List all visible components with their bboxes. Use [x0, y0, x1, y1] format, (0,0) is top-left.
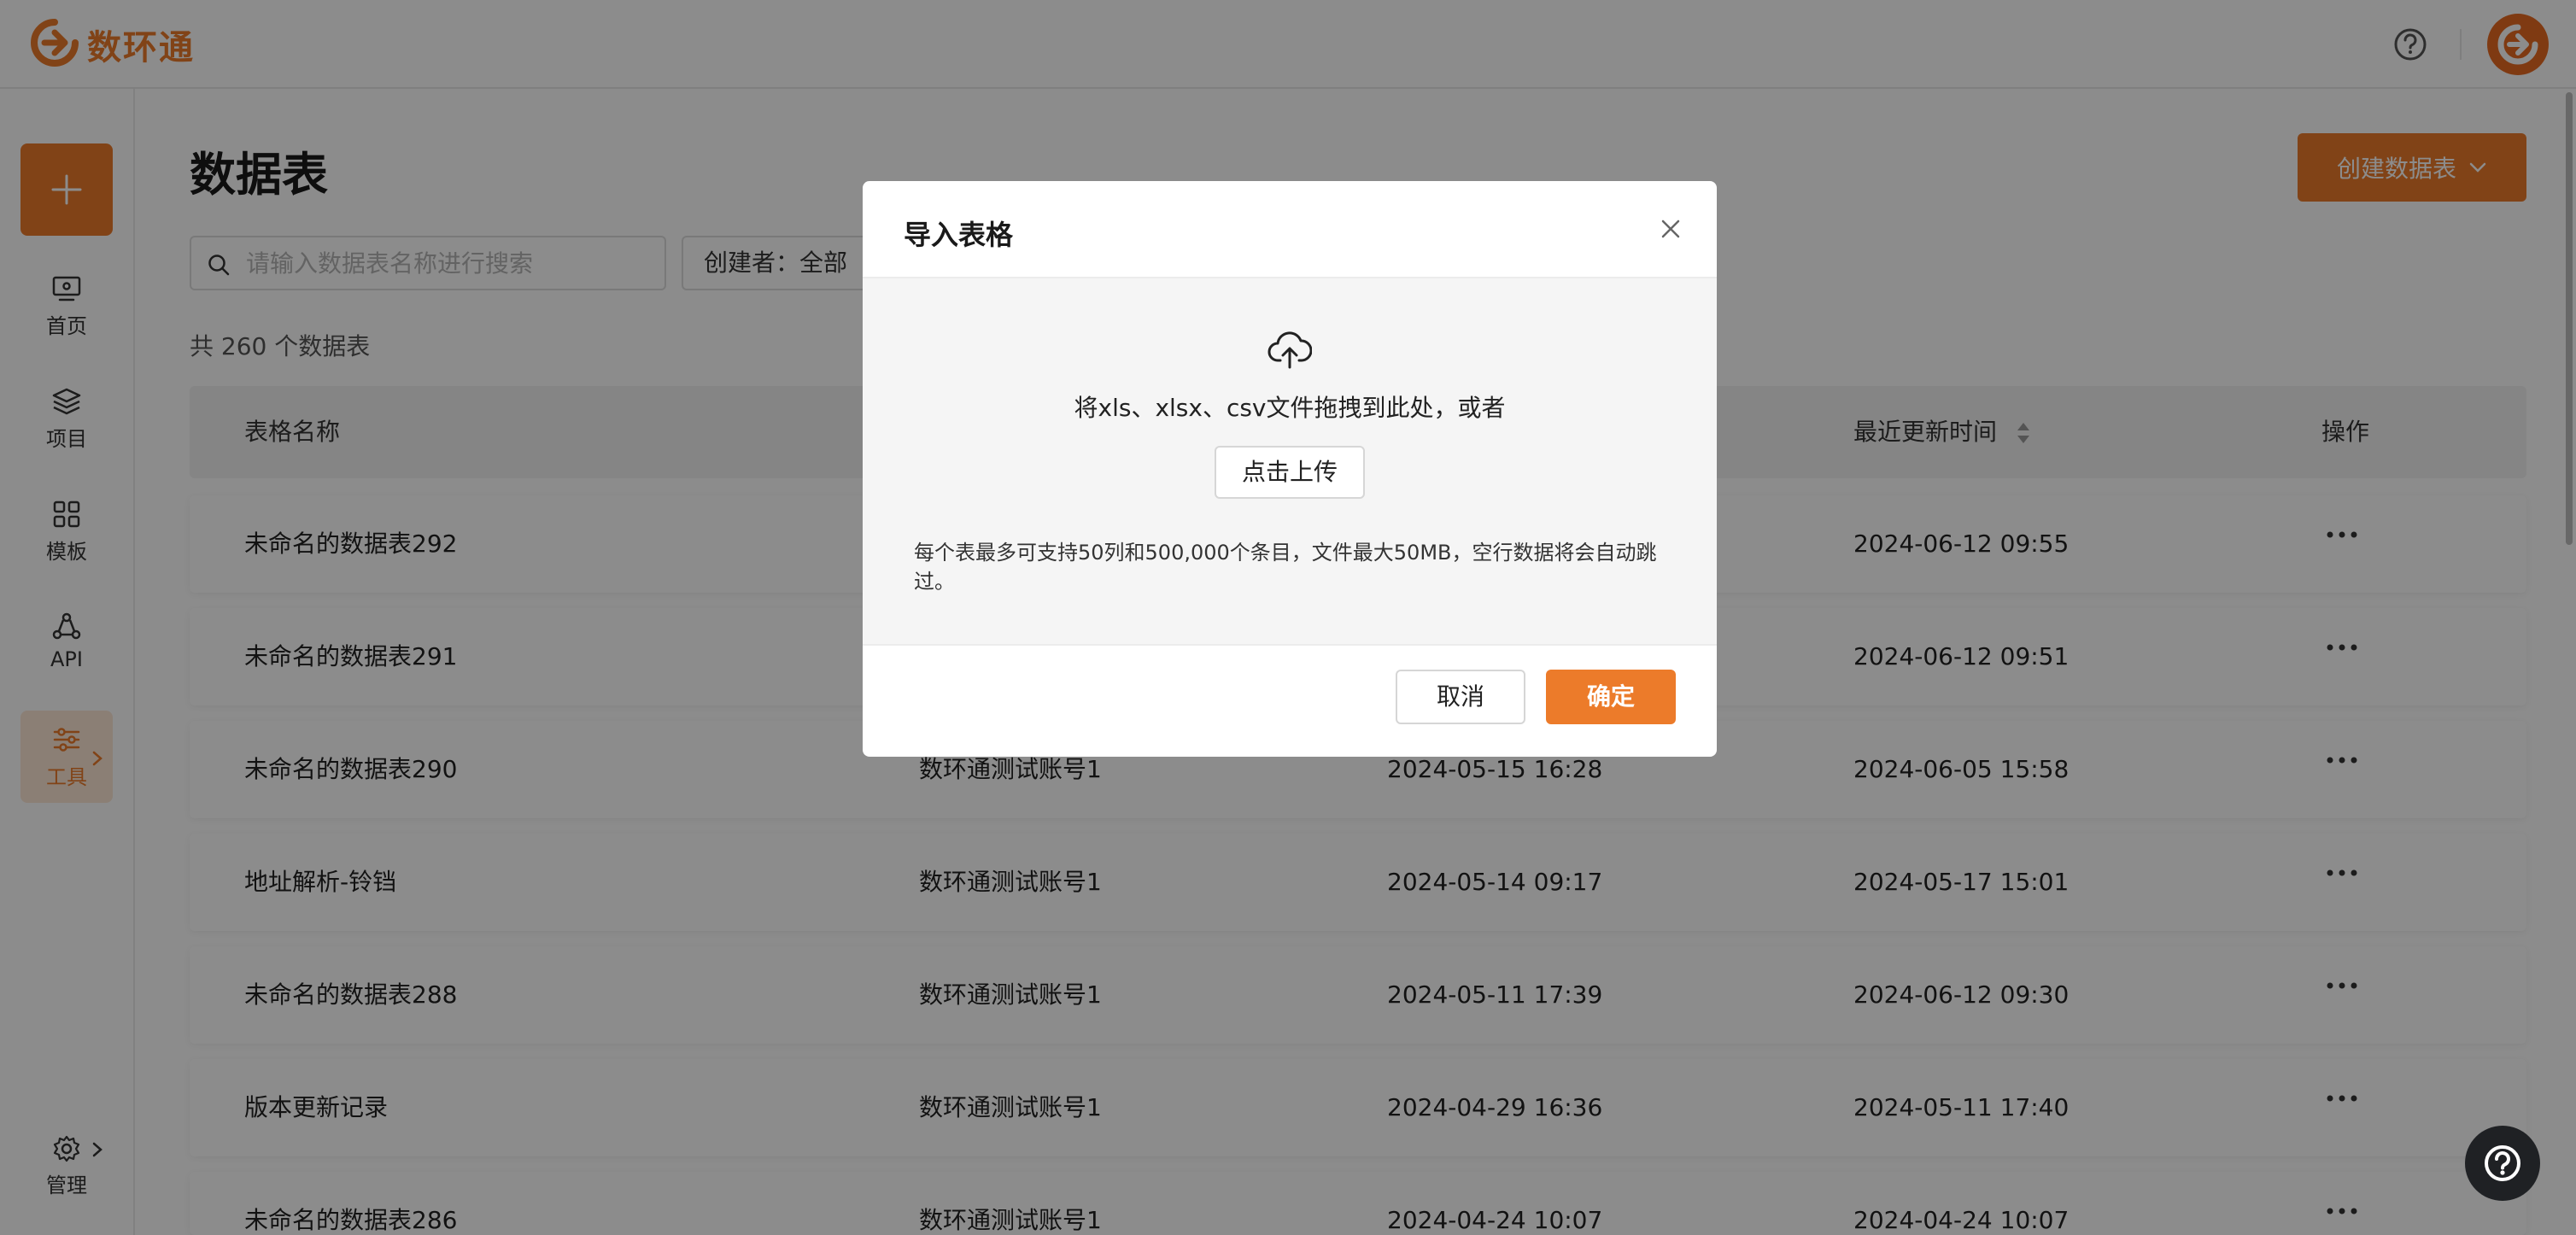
close-icon[interactable]: [1657, 215, 1684, 243]
upload-limits-note: 每个表最多可支持50列和500,000个条目，文件最大50MB，空行数据将会自动…: [914, 541, 1657, 594]
cloud-upload-icon: [1268, 331, 1312, 369]
upload-drop-zone[interactable]: 将xls、xlsx、csv文件拖拽到此处，或者 点击上传 每个表最多可支持50列…: [863, 277, 1717, 646]
help-question-icon: [2485, 1145, 2520, 1181]
upload-button[interactable]: 点击上传: [1215, 446, 1365, 499]
dialog-title: 导入表格: [904, 219, 1014, 251]
cancel-button[interactable]: 取消: [1396, 670, 1525, 724]
floating-help-button[interactable]: [2465, 1126, 2540, 1201]
import-table-dialog: 导入表格 将xls、xlsx、csv文件拖拽到此处，或者 点击上传 每个表最多可…: [863, 181, 1717, 757]
drop-hint-text: 将xls、xlsx、csv文件拖拽到此处，或者: [1074, 394, 1506, 422]
confirm-button[interactable]: 确定: [1546, 670, 1676, 724]
